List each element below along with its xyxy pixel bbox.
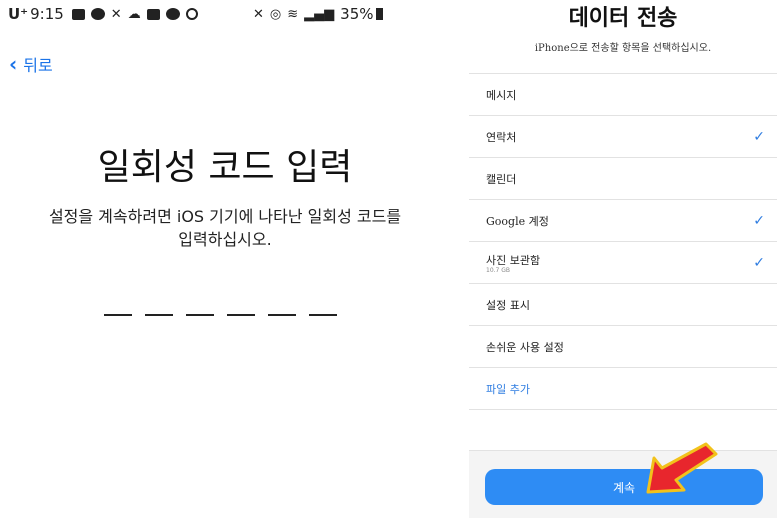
carrier-label: U⁺ [8,5,29,23]
code-digit-slot[interactable] [104,314,132,316]
add-file-link[interactable]: 파일 추가 [469,368,777,410]
battery-icon [375,8,383,20]
back-label: 뒤로 [23,56,53,75]
circle-icon [185,8,198,20]
chevron-left-icon: ‹ [9,52,18,76]
transfer-item-label: 사진 보관함 [486,254,541,267]
transfer-item-label: Google 계정 [486,215,549,228]
message-icon [71,8,85,20]
transfer-item-label: 캘린더 [486,173,517,186]
transfer-item-list: 메시지연락처 ✓ 캘린더 Google 계정 ✓ 사진 보관함 10.7 GB ✓ 설정 표시손… [469,73,777,410]
continue-label: 계속 [612,480,636,495]
continue-button[interactable]: 계속 [485,469,763,505]
missed-call-icon: ✕ [110,6,122,22]
instruction-text: 설정을 계속하려면 iOS 기기에 나타난 일회성 코드를 입력하십시오. [20,205,430,251]
checkmark-icon: ✓ [753,255,765,271]
wifi-icon: ≋ [287,6,299,22]
code-entry-screen: U⁺ 9:15 ✕ ☁ ✕ ◎ ≋ ▂▄▆ 35% ‹ 뒤로 일회성 코드 입력… [0,0,450,517]
transfer-item-size: 10.7 GB [486,267,511,274]
transfer-item-label: 메시지 [486,89,517,102]
transfer-item[interactable]: 사진 보관함 10.7 GB ✓ [469,242,777,284]
instruction-line-1: 설정을 계속하려면 iOS 기기에 나타난 일회성 코드를 [48,207,402,226]
code-digit-slot[interactable] [145,314,173,316]
page-subtitle: iPhone으로 전송할 항목을 선택하십시오. [534,43,712,54]
signal-icon: ▂▄▆ [304,6,335,22]
instruction-line-2: 입력하십시오. [178,230,272,249]
transfer-item-label: 설정 표시 [486,299,530,312]
status-right-group: ✕ ◎ ≋ ▂▄▆ 35% [253,4,383,24]
transfer-item-label: 연락처 [486,131,517,144]
checkmark-icon: ✓ [753,129,765,145]
transfer-screen: 데이터 전송 iPhone으로 전송할 항목을 선택하십시오. 메시지연락처 ✓ 캘… [469,0,777,518]
page-title: 데이터 전송 [568,5,678,31]
code-digit-slot[interactable] [227,314,255,316]
checkmark-icon: ✓ [753,213,765,229]
back-button[interactable]: ‹ 뒤로 [9,52,53,76]
mute-icon: ✕ [253,6,264,22]
box-icon [146,8,160,20]
code-digit-slot[interactable] [268,314,296,316]
weather-icon: ☁ [127,6,141,22]
code-digit-slot[interactable] [309,314,337,316]
chat-icon [165,8,180,20]
code-digit-slot[interactable] [186,314,214,316]
transfer-item[interactable]: 손쉬운 사용 설정 [469,326,777,368]
status-bar: U⁺ 9:15 ✕ ☁ ✕ ◎ ≋ ▂▄▆ 35% [8,4,448,24]
code-input[interactable] [104,314,350,316]
transfer-item[interactable]: Google 계정 ✓ [469,200,777,242]
battery-percent: 35% [340,5,374,23]
nfc-icon: ◎ [269,6,282,22]
clock: 9:15 [30,5,64,23]
talk-icon [90,8,105,20]
transfer-item-label: 파일 추가 [486,383,530,396]
transfer-item[interactable]: 연락처 ✓ [469,116,777,158]
transfer-item[interactable]: 설정 표시 [469,284,777,326]
page-title: 일회성 코드 입력 [97,147,353,188]
transfer-item-label: 손쉬운 사용 설정 [486,341,564,354]
transfer-item[interactable]: 캘린더 [469,158,777,200]
transfer-item[interactable]: 메시지 [469,74,777,116]
annotation-arrow-icon [646,442,718,494]
